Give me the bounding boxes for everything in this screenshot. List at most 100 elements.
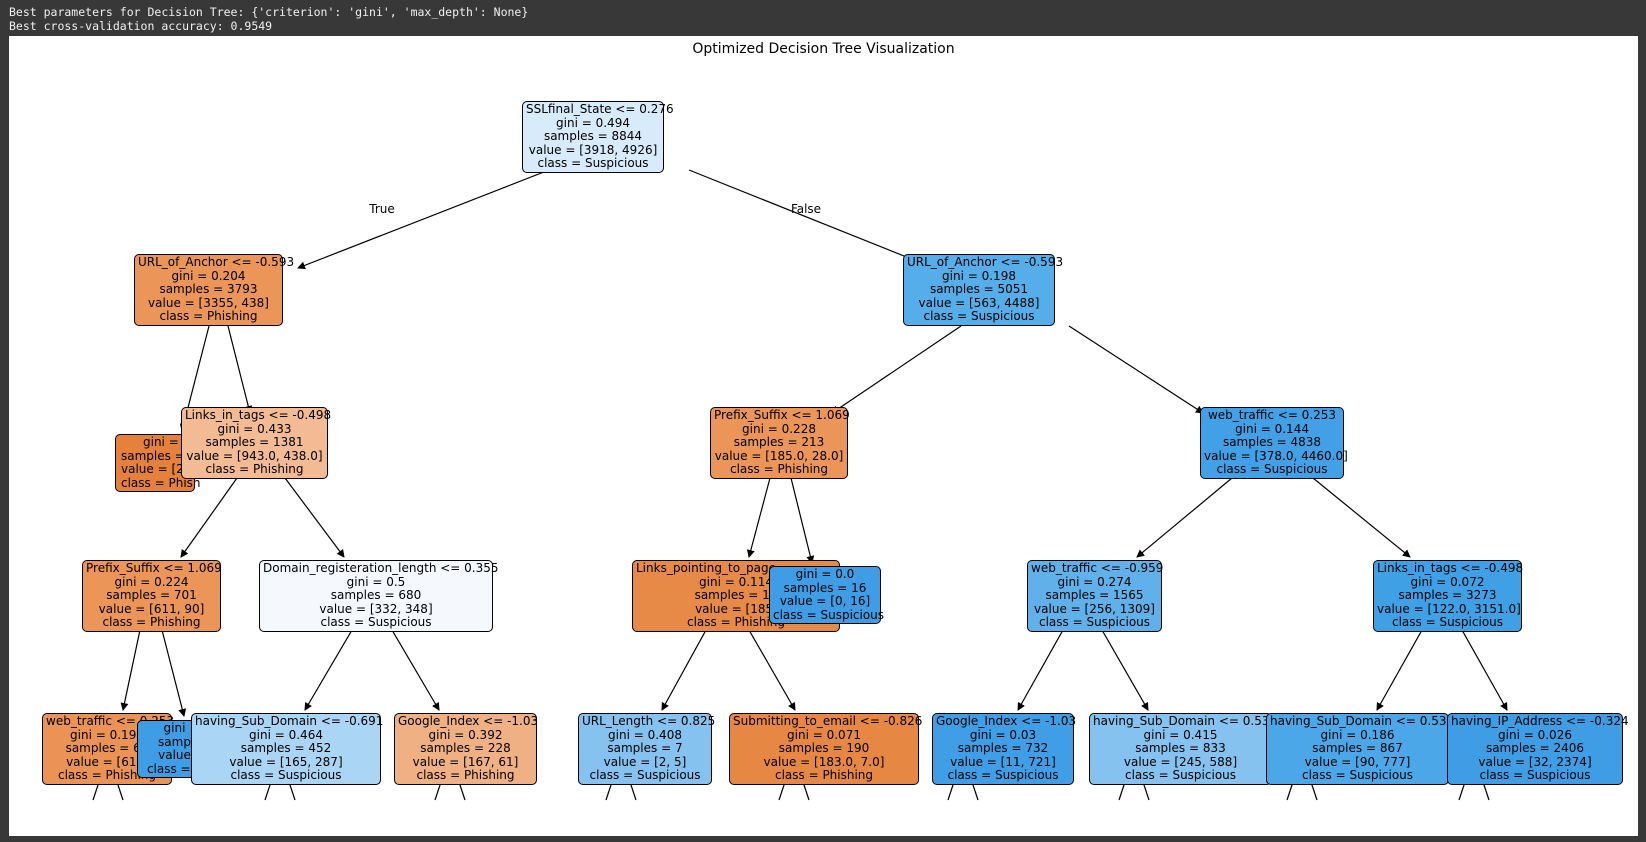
tree-node-google-index-1: Google_Index <= -1.03 gini = 0.392 sampl… bbox=[394, 713, 539, 785]
edge bbox=[284, 477, 345, 558]
node-value: value = [32, 2374] bbox=[1478, 754, 1592, 769]
node-value: value = [2, 5] bbox=[603, 754, 687, 769]
node-samples: samples = 452 bbox=[240, 741, 332, 755]
node-samples: samples = 3793 bbox=[159, 282, 258, 296]
node-class: class = Phishing bbox=[416, 768, 515, 782]
node-gini: gini = 0.026 bbox=[1498, 727, 1572, 742]
edge bbox=[458, 781, 466, 801]
tree-node-having-ip-address: having_IP_Address <= -0.324 gini = 0.026… bbox=[1447, 713, 1629, 785]
node-value: value = [943.0, 438.0] bbox=[186, 448, 323, 463]
node-samples: samples = 3273 bbox=[1398, 588, 1497, 602]
edge bbox=[790, 477, 815, 564]
node-gini: gini = 0.072 bbox=[1410, 574, 1485, 589]
edge bbox=[661, 629, 707, 711]
tree-figure: Optimized Decision Tree Visualization Tr… bbox=[9, 36, 1638, 836]
node-split-label: having_IP_Address <= -0.324 bbox=[1451, 714, 1629, 728]
node-gini: gini = 0.274 bbox=[1057, 574, 1132, 589]
best-params-line: Best parameters for Decision Tree: {'cri… bbox=[9, 5, 529, 19]
node-split-label: Prefix_Suffix <= 1.069 bbox=[714, 408, 850, 422]
node-samples: samples = 190 bbox=[778, 741, 870, 755]
node-samples: samples = 1565 bbox=[1045, 588, 1144, 602]
node-value: value = [183.0, 7.0] bbox=[763, 754, 885, 769]
edge bbox=[434, 781, 442, 801]
node-value: value = [90, 777] bbox=[1304, 754, 1411, 769]
edge bbox=[288, 781, 296, 801]
node-value: value = [3355, 438] bbox=[148, 295, 269, 310]
edge bbox=[1118, 781, 1126, 801]
tree-node-submitting-to-email: Submitting_to_email <= -0.826 gini = 0.0… bbox=[729, 713, 922, 785]
node-samples: samples = 8844 bbox=[543, 129, 643, 143]
edge bbox=[1068, 325, 1204, 414]
node-value: value = [122.0, 3151.0] bbox=[1377, 601, 1521, 616]
node-split-label: SSLfinal_State <= 0.276 bbox=[526, 102, 674, 116]
node-samples: samples = 213 bbox=[733, 435, 825, 449]
tree-node-url-anchor-left: URL_of_Anchor <= -0.593 gini = 0.204 sam… bbox=[134, 254, 295, 326]
node-class: class = Suspicious bbox=[773, 607, 885, 622]
node-samples: samples = 5051 bbox=[929, 282, 1029, 296]
edge bbox=[1136, 477, 1233, 558]
edge bbox=[304, 629, 353, 711]
edge bbox=[629, 781, 637, 801]
edge bbox=[1376, 629, 1423, 711]
edge bbox=[1017, 629, 1064, 711]
edge bbox=[748, 629, 796, 711]
node-split-label: Google_Index <= -1.03 bbox=[398, 714, 539, 728]
node-class: class = Suspicious bbox=[230, 768, 342, 782]
node-samples: samples = 680 bbox=[330, 588, 422, 602]
node-class: class = Phishing bbox=[159, 309, 258, 323]
node-samples: samples = 732 bbox=[957, 741, 1049, 755]
tree-node-prefix-suffix-left: Prefix_Suffix <= 1.069 gini = 0.224 samp… bbox=[82, 560, 222, 632]
tree-node-having-sub-domain-2: having_Sub_Domain <= 0.533 gini = 0.415 … bbox=[1089, 713, 1277, 785]
node-value: value = [185.0, 28.0] bbox=[714, 448, 844, 463]
node-split-label: URL_Length <= 0.825 bbox=[582, 714, 716, 728]
node-split-label: web_traffic <= -0.959 bbox=[1031, 561, 1164, 575]
node-split-label: having_Sub_Domain <= 0.533 bbox=[1270, 714, 1455, 728]
node-class: class = Suspicious bbox=[1124, 768, 1237, 782]
edge bbox=[297, 169, 550, 270]
tree-node-having-sub-domain-1: having_Sub_Domain <= -0.691 gini = 0.464… bbox=[191, 713, 384, 785]
edge bbox=[1482, 781, 1490, 801]
node-class: class = Suspicious bbox=[1479, 768, 1591, 782]
node-value: value = [332, 348] bbox=[319, 601, 433, 616]
node-value: value = [611, 90] bbox=[98, 601, 205, 616]
node-samples: samples = 16 bbox=[783, 580, 867, 595]
node-split-label: Links_in_tags <= -0.498 bbox=[185, 408, 332, 422]
node-gini: gini = 0.494 bbox=[556, 115, 630, 130]
node-samples: samples = 228 bbox=[420, 741, 511, 755]
tree-node-web-traffic-right: web_traffic <= 0.253 gini = 0.144 sample… bbox=[1200, 407, 1348, 479]
node-split-label: web_traffic <= 0.253 bbox=[1207, 408, 1337, 422]
edge bbox=[1101, 629, 1149, 711]
tree-node-prefix-suffix-right: Prefix_Suffix <= 1.069 gini = 0.228 samp… bbox=[710, 407, 850, 479]
edge bbox=[971, 781, 979, 801]
node-split-label: URL_of_Anchor <= -0.593 bbox=[138, 255, 295, 269]
edge bbox=[1310, 781, 1318, 801]
edge bbox=[802, 781, 810, 801]
node-gini: gini = 0.224 bbox=[114, 574, 189, 589]
node-gini: gini = 0.5 bbox=[346, 574, 406, 589]
node-class: class = Suspicious bbox=[1038, 615, 1151, 629]
node-class: class = Phishing bbox=[729, 462, 829, 476]
node-gini: gini = 0.415 bbox=[1143, 727, 1218, 742]
edge bbox=[161, 629, 187, 717]
edge bbox=[1312, 477, 1411, 558]
node-split-label: URL_of_Anchor <= -0.593 bbox=[907, 255, 1064, 269]
tree-node-google-index-2: Google_Index <= -1.03 gini = 0.03 sample… bbox=[932, 713, 1077, 785]
tree-node-links-in-tags-right: Links_in_tags <= -0.498 gini = 0.072 sam… bbox=[1373, 560, 1524, 632]
node-gini: gini = 0.0 bbox=[795, 567, 855, 581]
node-split-label: Links_in_tags <= -0.498 bbox=[1377, 561, 1524, 575]
node-split-label: Google_Index <= -1.03 bbox=[936, 714, 1077, 728]
edge-label-false: False bbox=[790, 202, 822, 216]
node-gini: gini = 0.228 bbox=[742, 421, 816, 436]
tree-node-url-anchor-right: URL_of_Anchor <= -0.593 gini = 0.198 sam… bbox=[903, 254, 1064, 326]
node-samples: samples = 1381 bbox=[205, 435, 304, 449]
node-split-label: Prefix_Suffix <= 1.069 bbox=[86, 561, 222, 575]
node-split-label: having_Sub_Domain <= -0.691 bbox=[195, 714, 384, 728]
node-class: class = Suspicious bbox=[947, 768, 1059, 782]
node-samples: samples = 7 bbox=[607, 741, 683, 755]
node-split-label: Domain_registeration_length <= 0.355 bbox=[263, 561, 499, 575]
node-gini: gini = 0.144 bbox=[1235, 421, 1309, 436]
node-value: value = [167, 61] bbox=[412, 754, 519, 769]
node-samples: samples = 4838 bbox=[1222, 435, 1322, 449]
node-class: class = Suspicious bbox=[1301, 768, 1414, 782]
node-class: class = Phish bbox=[121, 475, 201, 490]
